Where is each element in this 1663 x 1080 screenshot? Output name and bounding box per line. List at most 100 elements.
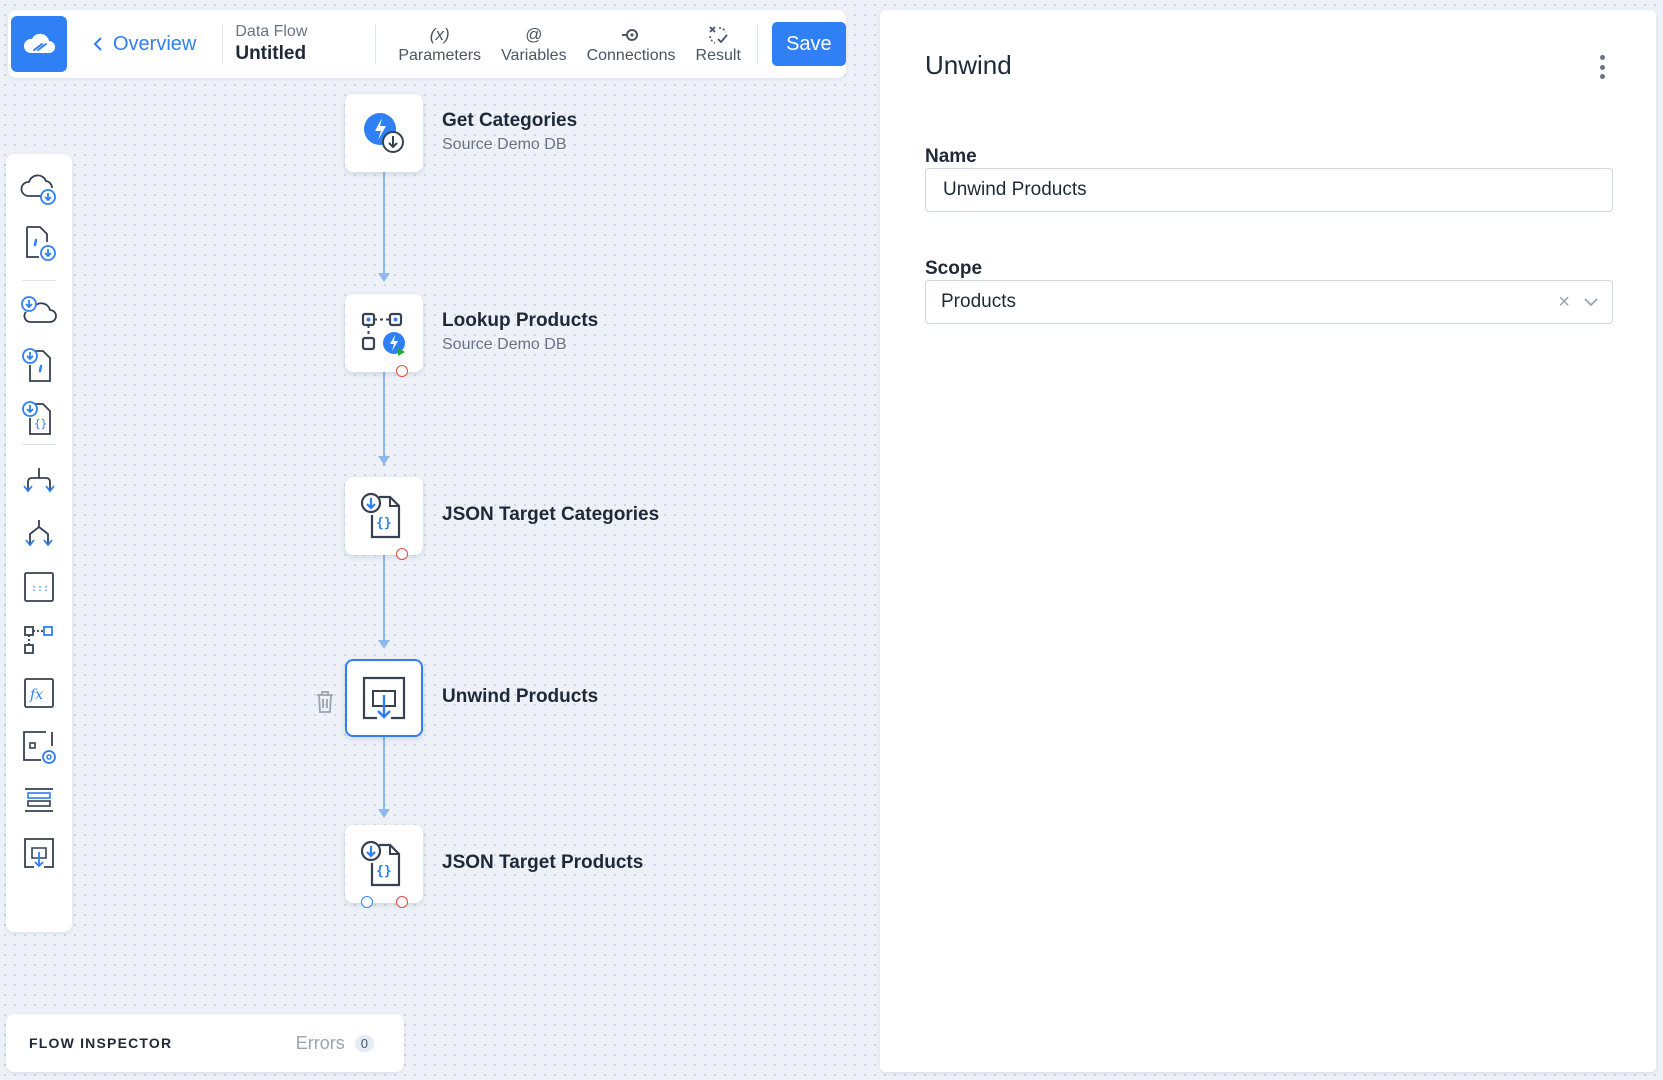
palette-item-cloud-target[interactable]: [20, 293, 58, 331]
flow-name[interactable]: Untitled: [235, 43, 355, 65]
connector-arrow: [378, 456, 390, 465]
node-subtitle: Source Demo DB: [442, 136, 567, 153]
node-subtitle: Source Demo DB: [442, 336, 567, 353]
more-options-icon[interactable]: [1592, 52, 1612, 82]
node-title: Lookup Products: [442, 310, 599, 331]
variable-icon: [23, 731, 56, 764]
result-button[interactable]: Result: [686, 23, 751, 65]
json-target-icon: {}: [360, 492, 401, 539]
name-label: Name: [925, 146, 977, 167]
flow-inspector[interactable]: FLOW INSPECTOR Errors 0: [6, 1014, 404, 1072]
flow-node-unwind-products[interactable]: [345, 659, 423, 737]
connections-icon: [620, 23, 642, 47]
chevron-down-icon[interactable]: [1584, 297, 1598, 307]
svg-text::::: :::: [31, 583, 49, 594]
variables-label: Variables: [501, 47, 567, 64]
palette-item-merge[interactable]: [20, 515, 58, 553]
chevron-left-icon: [93, 36, 103, 52]
back-to-overview-link[interactable]: Overview: [93, 33, 196, 56]
unwind-icon: [24, 838, 54, 868]
cloud-source-icon: [20, 174, 56, 205]
svg-text:{}: {}: [376, 864, 392, 879]
palette-item-cloud-source[interactable]: [20, 170, 58, 208]
name-input[interactable]: [925, 168, 1613, 212]
divider: [375, 24, 377, 64]
error-port[interactable]: [396, 548, 408, 560]
connector-arrow: [378, 809, 390, 818]
cloud-logo-icon: [23, 33, 55, 53]
parameters-label: Parameters: [398, 47, 482, 64]
palette-item-expression[interactable]: fx: [20, 674, 58, 712]
variables-icon: @: [525, 25, 543, 44]
delete-node-button[interactable]: [315, 690, 335, 719]
palette-item-lookup[interactable]: [20, 621, 58, 659]
palette-item-csv-source[interactable]: [20, 224, 58, 262]
connector: [383, 172, 385, 274]
back-label: Overview: [113, 32, 197, 55]
expression-icon: fx: [24, 678, 54, 708]
json-target-icon: {}: [360, 840, 401, 887]
component-palette: {} ::: fx: [6, 154, 72, 932]
flow-title-block: Data Flow Untitled: [235, 23, 355, 65]
palette-item-variable[interactable]: [20, 728, 58, 766]
connector: [383, 372, 385, 466]
svg-text:{}: {}: [34, 417, 47, 430]
split-icon: [23, 468, 55, 493]
trash-icon: [317, 691, 333, 713]
flow-node-json-target-categories[interactable]: {}: [345, 477, 423, 555]
connections-label: Connections: [586, 47, 676, 64]
flow-node-get-categories[interactable]: [345, 94, 423, 172]
output-port[interactable]: [361, 896, 373, 908]
top-toolbar: Overview Data Flow Untitled (x) Paramete…: [8, 10, 846, 78]
connector-arrow: [378, 273, 390, 282]
result-icon: [707, 23, 729, 47]
source-query-icon: [364, 113, 404, 153]
parameters-button[interactable]: (x) Parameters: [388, 23, 491, 65]
flow-node-json-target-products[interactable]: {}: [345, 825, 423, 903]
node-title: Get Categories: [442, 110, 578, 131]
mapping-icon: :::: [24, 572, 54, 602]
clear-icon[interactable]: ×: [1558, 291, 1570, 314]
variables-button[interactable]: @ Variables: [491, 23, 577, 65]
node-title: Unwind Products: [442, 686, 599, 707]
palette-item-csv-target[interactable]: [20, 347, 58, 385]
connector: [383, 737, 385, 811]
palette-item-json-target[interactable]: {}: [20, 400, 58, 438]
scope-selected-value: Products: [941, 291, 1016, 312]
rows-icon: [25, 788, 53, 812]
scope-select[interactable]: Products ×: [925, 280, 1613, 324]
json-target-icon: {}: [22, 401, 51, 435]
palette-item-split[interactable]: [20, 462, 58, 500]
errors-tab[interactable]: Errors 0: [296, 1033, 404, 1054]
errors-label: Errors: [295, 1032, 345, 1053]
palette-divider: [22, 444, 56, 445]
panel-title: Unwind: [925, 50, 1012, 80]
palette-item-mapping[interactable]: :::: [20, 568, 58, 606]
palette-divider: [22, 280, 56, 281]
merge-icon: [25, 520, 53, 547]
lookup-icon: [24, 626, 53, 654]
node-title: JSON Target Products: [442, 852, 644, 873]
result-label: Result: [695, 47, 741, 64]
flow-type: Data Flow: [235, 23, 308, 40]
csv-target-icon: [22, 348, 51, 382]
unwind-icon: [362, 676, 406, 720]
svg-text:fx: fx: [29, 687, 43, 703]
csv-source-icon: [26, 226, 56, 261]
error-port[interactable]: [396, 896, 408, 908]
errors-count-badge: 0: [354, 1034, 374, 1052]
scope-label: Scope: [925, 258, 983, 279]
divider: [222, 24, 224, 64]
error-port[interactable]: [396, 365, 408, 377]
app-logo[interactable]: [11, 16, 67, 72]
cloud-target-icon: [21, 296, 57, 323]
save-button[interactable]: Save: [771, 22, 846, 66]
flow-node-lookup-products[interactable]: [345, 294, 423, 372]
palette-item-rows[interactable]: [20, 781, 58, 819]
connector-arrow: [378, 640, 390, 649]
connections-button[interactable]: Connections: [577, 23, 686, 65]
palette-item-unwind[interactable]: [20, 834, 58, 872]
connector: [383, 555, 385, 641]
lookup-icon: [361, 312, 405, 356]
parameters-icon: (x): [429, 25, 450, 44]
